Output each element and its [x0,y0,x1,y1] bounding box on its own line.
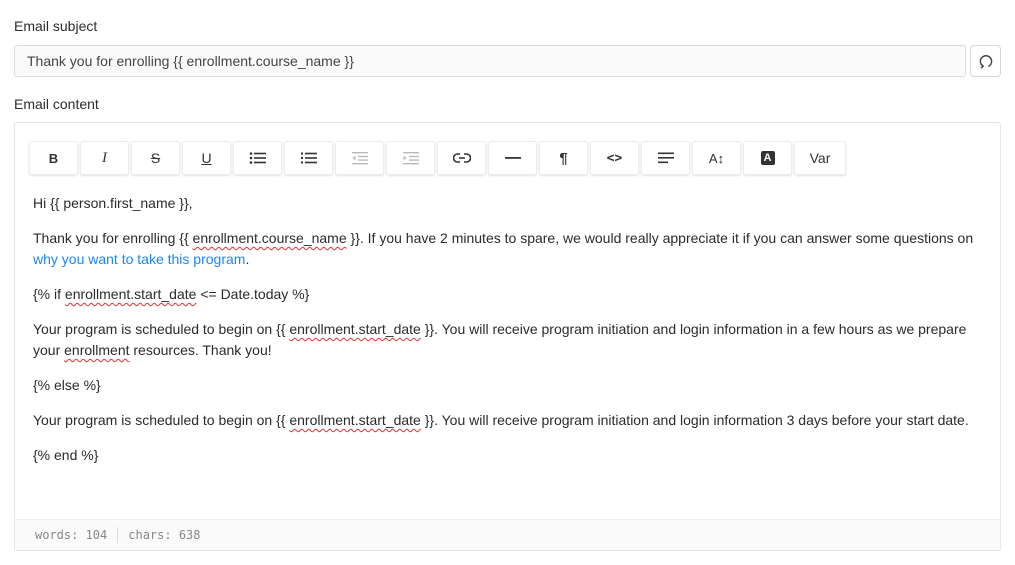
start-later-text-b: }}. You will receive program initiation … [420,412,969,428]
greeting-paragraph: Hi {{ person.first_name }}, [33,193,983,214]
intro-text-b: }}. If you have 2 minutes to spare, we w… [346,230,974,246]
intro-text-a: Thank you for enrolling {{ [33,230,193,246]
indent-button[interactable] [386,141,435,175]
ordered-list-button[interactable] [284,141,333,175]
course-name-variable: enrollment.course_name [192,230,347,246]
email-subject-input[interactable] [14,45,966,77]
if-tag-b: <= Date.today %} [196,286,310,302]
outdent-icon [351,152,368,165]
bold-icon: B [48,150,59,166]
bold-button[interactable]: B [29,141,78,175]
horizontal-rule-icon [504,157,521,159]
paragraph-button[interactable]: ¶ [539,141,588,175]
else-tag: {% else %} [33,377,101,393]
text-color-icon: A [760,151,775,165]
refresh-icon [979,55,992,69]
editor-statusbar: words: 104 chars: 638 [15,519,1000,550]
font-size-icon: A↕ [708,150,725,166]
email-subject-row [14,45,1001,77]
paragraph-icon: ¶ [559,149,568,167]
email-content-editor: B I S U ¶ <> A↕ A Var Hi {{person.first… [14,122,1001,551]
code-button[interactable]: <> [590,141,639,175]
link-button[interactable] [437,141,486,175]
variable-button[interactable]: Var [794,141,846,175]
end-tag: {% end %} [33,447,99,463]
enrollment-word: enrollment [64,342,130,358]
start-now-text-c: resources. Thank you! [129,342,272,358]
greeting-text: Hi {{ person.first_name }}, [33,195,193,211]
underline-icon: U [201,150,212,166]
start-later-date-variable: enrollment.start_date [289,412,421,428]
link-icon [452,153,471,163]
editor-content[interactable]: Hi {{ person.first_name }}, Thank you fo… [33,193,983,480]
email-content-label: Email content [14,96,99,112]
font-size-button[interactable]: A↕ [692,141,741,175]
intro-text-c: . [245,251,250,267]
indent-icon [402,152,419,165]
strikethrough-icon: S [150,150,161,166]
email-subject-label: Email subject [14,18,98,34]
questions-link[interactable]: why you want to take this program [33,251,245,267]
align-left-icon [657,152,674,164]
start-later-text-a: Your program is scheduled to begin on {{ [33,412,290,428]
start-now-date-variable: enrollment.start_date [289,321,421,337]
code-icon: <> [606,150,623,166]
end-tag-paragraph: {% end %} [33,445,983,466]
start-now-paragraph: Your program is scheduled to begin on {{… [33,319,983,361]
horizontal-rule-button[interactable] [488,141,537,175]
if-tag-a: {% if [33,286,65,302]
char-count: chars: 638 [128,528,201,542]
start-now-text-a: Your program is scheduled to begin on {{ [33,321,290,337]
intro-paragraph: Thank you for enrolling {{ enrollment.co… [33,228,983,270]
bullet-list-button[interactable] [233,141,282,175]
strikethrough-button[interactable]: S [131,141,180,175]
italic-icon: I [102,149,107,166]
if-tag-paragraph: {% if enrollment.start_date <= Date.toda… [33,284,983,305]
else-tag-paragraph: {% else %} [33,375,983,396]
variable-icon: Var [809,150,831,166]
align-button[interactable] [641,141,690,175]
if-start-date-variable: enrollment.start_date [64,286,197,302]
start-later-paragraph: Your program is scheduled to begin on {{… [33,410,983,431]
word-count: words: 104 [35,528,108,542]
italic-button[interactable]: I [80,141,129,175]
bullet-list-icon [249,152,266,164]
refresh-subject-button[interactable] [970,45,1001,77]
text-color-button[interactable]: A [743,141,792,175]
ordered-list-icon [300,152,317,164]
statusbar-divider [117,527,119,543]
outdent-button[interactable] [335,141,384,175]
underline-button[interactable]: U [182,141,231,175]
